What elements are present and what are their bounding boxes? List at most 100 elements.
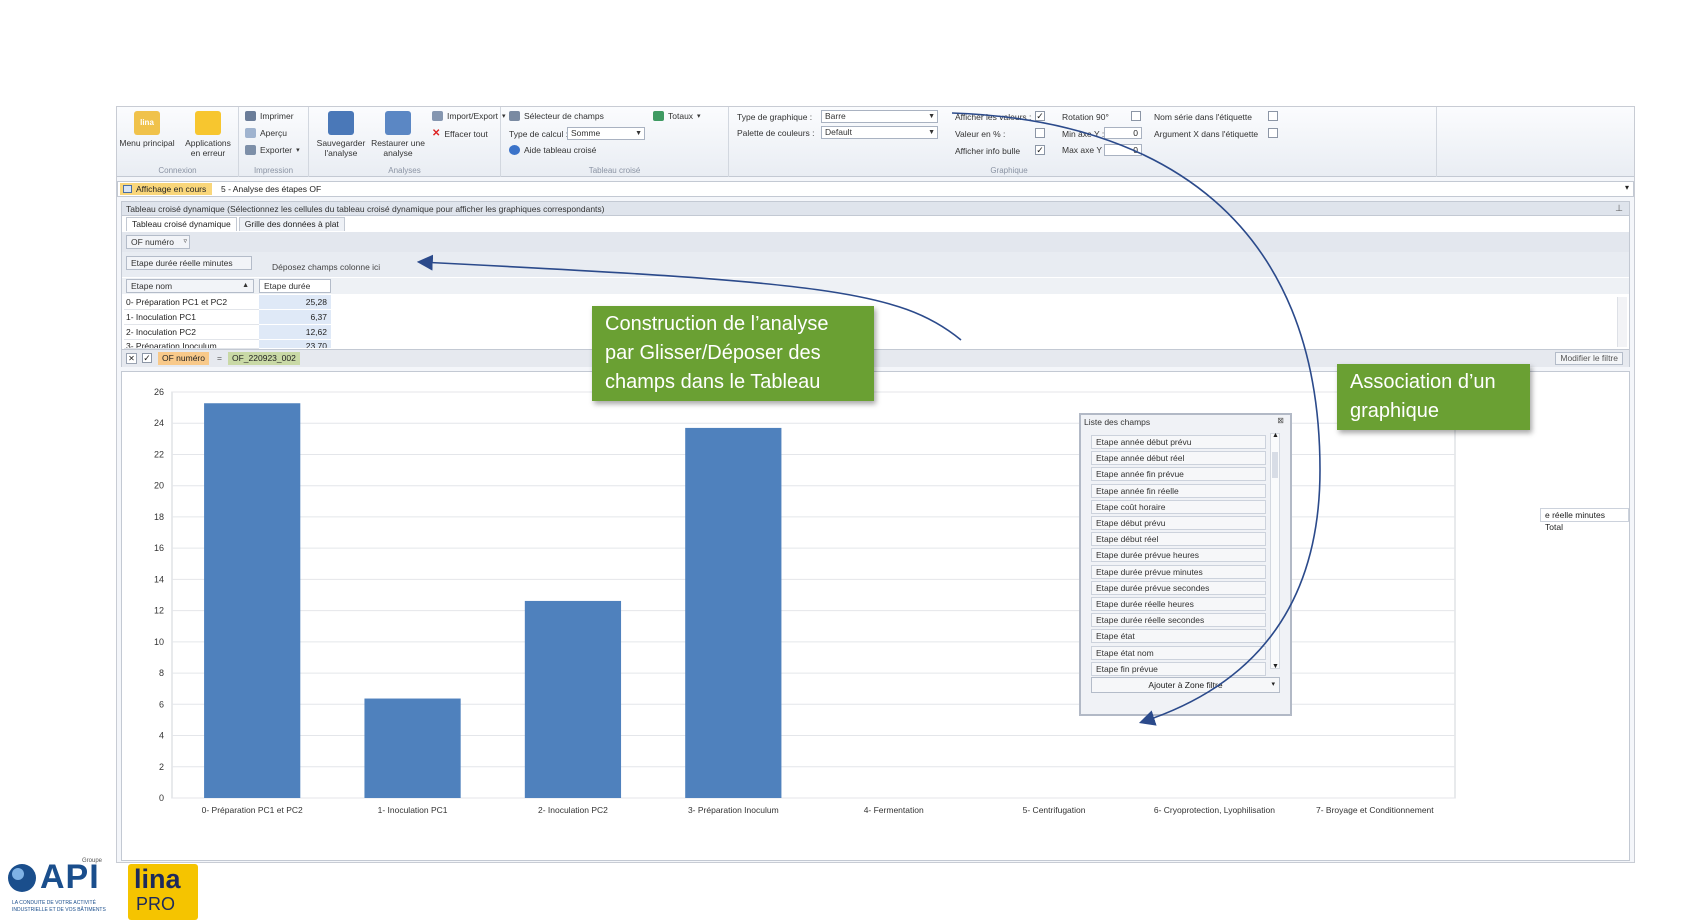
type-graphique-select[interactable]: Barre ▼ <box>821 110 938 123</box>
rotation-checkbox[interactable] <box>1131 111 1141 121</box>
aide-tableau-button[interactable]: Aide tableau croisé <box>509 145 596 155</box>
rotation-label: Rotation 90° <box>1062 112 1109 122</box>
selecteur-champs-button[interactable]: Sélecteur de champs <box>509 111 604 121</box>
warning-flag-icon <box>195 111 221 135</box>
argument-x-label: Argument X dans l'étiquette <box>1154 129 1259 139</box>
palette-value: Default <box>825 127 852 137</box>
row-label[interactable]: 2- Inoculation PC2 <box>124 325 269 340</box>
field-list-item[interactable]: Etape état nom <box>1091 645 1266 660</box>
min-axe-y-input[interactable]: 0 <box>1104 127 1142 139</box>
scroll-up-icon[interactable]: ▲ <box>1272 432 1279 439</box>
modifier-filtre-button[interactable]: Modifier le filtre <box>1555 352 1623 365</box>
callout-line: graphique <box>1350 400 1439 422</box>
y-tick-label: 14 <box>154 574 164 584</box>
argument-x-checkbox[interactable] <box>1268 128 1278 138</box>
y-tick-label: 24 <box>154 418 164 428</box>
current-analysis-bar[interactable]: Affichage en cours 5 - Analyse des étape… <box>117 181 1634 197</box>
scroll-down-icon[interactable]: ▼ <box>1272 663 1279 670</box>
restaurer-button[interactable]: Restaurer une analyse <box>371 111 425 158</box>
afficher-valeurs-label: Afficher les valeurs : <box>955 112 1032 122</box>
row-value[interactable]: 6,37 <box>259 310 331 325</box>
close-icon[interactable]: ✕ <box>126 353 137 364</box>
field-list-item[interactable]: Etape durée prévue heures <box>1091 548 1266 563</box>
selecteur-champs-label: Sélecteur de champs <box>524 111 604 121</box>
bar[interactable] <box>364 698 461 798</box>
ajouter-zone-filtre-button[interactable]: Ajouter à Zone filtre ▾ <box>1091 677 1280 693</box>
lina-pro-logo: lina PRO <box>128 864 198 920</box>
palette-select[interactable]: Default ▼ <box>821 126 938 139</box>
pin-icon[interactable]: ⊥ <box>1615 203 1623 214</box>
valeur-pct-checkbox[interactable] <box>1035 128 1045 138</box>
row-value[interactable]: 12,62 <box>259 325 331 340</box>
bar[interactable] <box>685 427 782 798</box>
field-list-item[interactable]: Etape année fin prévue <box>1091 467 1266 482</box>
apercu-button[interactable]: Aperçu <box>245 128 287 138</box>
row-label[interactable]: 3- Préparation Inoculum <box>124 340 269 349</box>
apercu-label: Aperçu <box>260 128 287 138</box>
column-drop-area[interactable]: Etape durée réelle minutes Déposez champ… <box>122 252 1629 277</box>
filter-drop-area[interactable]: OF numéro ▿ <box>122 232 1629 252</box>
bar-chart: 024681012141618202224260- Préparation PC… <box>154 387 1456 815</box>
field-list-item[interactable]: Etape durée prévue minutes <box>1091 564 1266 579</box>
filter-enable-checkbox[interactable]: ✓ <box>142 353 152 363</box>
totaux-button[interactable]: Totaux ▾ <box>653 111 701 121</box>
afficher-info-bulle-checkbox[interactable]: ✓ <box>1035 145 1045 155</box>
field-list-item[interactable]: Etape durée réelle heures <box>1091 597 1266 611</box>
totaux-label: Totaux <box>668 111 694 121</box>
bar[interactable] <box>524 600 622 798</box>
effacer-tout-button[interactable]: ✕ Effacer tout <box>432 128 488 139</box>
type-calcul-select[interactable]: Somme ▼ <box>567 127 645 140</box>
applications-erreur-button[interactable]: Applications en erreur <box>181 111 235 158</box>
x-tick-label: 4- Fermentation <box>864 805 924 815</box>
y-tick-label: 4 <box>159 731 164 741</box>
field-list-item[interactable]: Etape coût horaire <box>1091 499 1266 514</box>
field-list-item[interactable]: Etape année fin réelle <box>1091 483 1266 498</box>
tab-tableau-croise[interactable]: Tableau croisé dynamique <box>126 217 237 231</box>
sauvegarder-button[interactable]: Sauvegarder l'analyse <box>313 111 369 158</box>
tab-grille-donnees[interactable]: Grille des données à plat <box>238 217 345 231</box>
filter-field-of-numero[interactable]: OF numéro ▿ <box>126 235 190 249</box>
pro-text: PRO <box>136 894 176 914</box>
row-label[interactable]: 1- Inoculation PC1 <box>124 310 269 325</box>
field-list-item[interactable]: Etape début prévu <box>1091 516 1266 530</box>
field-list-item[interactable]: Etape fin prévue <box>1091 661 1266 676</box>
field-list-item[interactable]: Etape année début réel <box>1091 451 1266 466</box>
data-field-duree-reelle[interactable]: Etape durée réelle minutes <box>126 256 252 270</box>
ribbon-group-connexion: lina Menu principal Applications en erre… <box>117 107 239 177</box>
filter-field-label: OF numéro <box>131 237 174 247</box>
scroll-thumb[interactable] <box>1272 452 1278 478</box>
field-list-item[interactable]: Etape durée réelle secondes <box>1091 613 1266 628</box>
bar[interactable] <box>204 403 301 798</box>
field-list-item[interactable]: Etape année début prévu <box>1091 435 1266 449</box>
field-selector-icon <box>509 111 520 121</box>
field-list-scrollbar[interactable]: ▲ ▼ <box>1270 432 1280 670</box>
callout-drag-drop: Construction de l’analyse par Glisser/Dé… <box>592 306 874 401</box>
x-tick-label: 5- Centrifugation <box>1023 805 1086 815</box>
chevron-down-icon: ▼ <box>928 129 935 136</box>
callout-association-graphique: Association d’un graphique <box>1337 364 1530 430</box>
value-column-header[interactable]: Etape durée réell... <box>259 279 331 303</box>
row-label[interactable]: 0- Préparation PC1 et PC2 <box>124 295 269 310</box>
nom-serie-checkbox[interactable] <box>1268 111 1278 121</box>
field-list-item[interactable]: Etape état <box>1091 629 1266 644</box>
exporter-button[interactable]: Exporter ▾ <box>245 145 300 155</box>
current-analysis-badge: Affichage en cours <box>120 183 213 195</box>
application-window: lina Menu principal Applications en erre… <box>116 106 1635 863</box>
max-axe-y-input[interactable]: 0 <box>1104 144 1142 156</box>
menu-principal-button[interactable]: lina Menu principal <box>119 111 175 148</box>
afficher-valeurs-checkbox[interactable]: ✓ <box>1035 111 1045 121</box>
close-icon[interactable]: ⊠ <box>1277 416 1284 425</box>
group-caption-tableau-croise: Tableau croisé <box>588 166 641 175</box>
chevron-down-icon: ▼ <box>928 113 935 120</box>
field-list-item[interactable]: Etape début réel <box>1091 532 1266 547</box>
y-tick-label: 16 <box>154 543 164 553</box>
y-tick-label: 10 <box>154 637 164 647</box>
field-list-item[interactable]: Etape durée prévue secondes <box>1091 580 1266 595</box>
row-value[interactable]: 25,28 <box>259 295 331 310</box>
type-calcul-label: Type de calcul : <box>509 129 569 139</box>
import-export-button[interactable]: Import/Export ▾ <box>432 111 506 121</box>
pivot-scrollbar[interactable] <box>1617 297 1627 347</box>
row-value[interactable]: 23,70 <box>259 340 331 349</box>
row-field-etape-nom[interactable]: Etape nom ▲ <box>126 279 254 293</box>
imprimer-button[interactable]: Imprimer <box>245 111 294 121</box>
